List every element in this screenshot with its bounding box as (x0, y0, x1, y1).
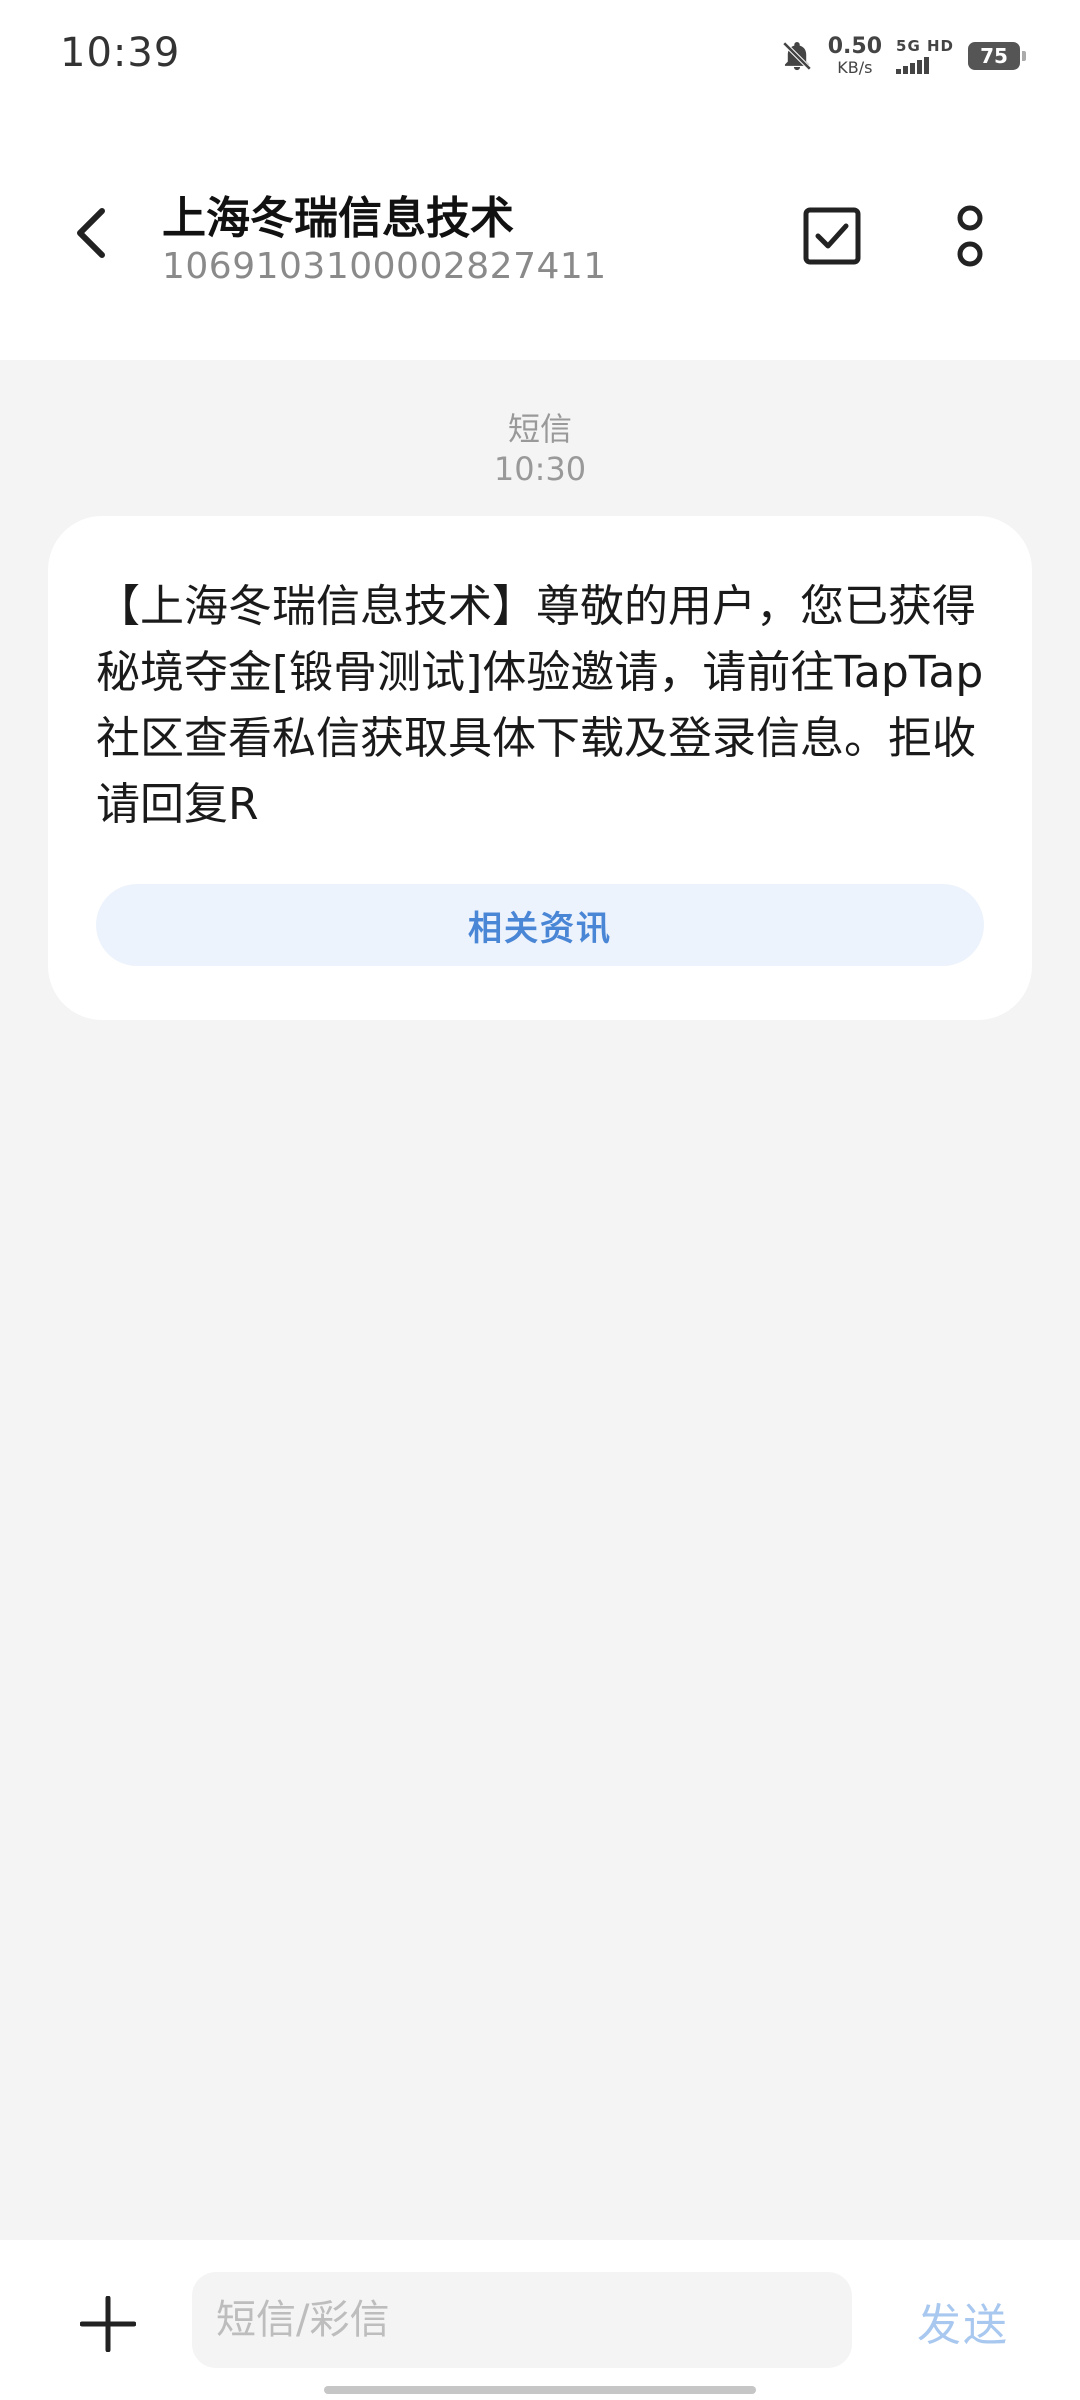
select-messages-button[interactable] (792, 198, 872, 278)
battery-icon: 75 (968, 42, 1026, 70)
message-timestamp: 10:30 (493, 450, 587, 488)
compose-bar: 发送 (0, 2240, 1080, 2400)
status-bar: 10:39 0.50 KB/s 5G HD 75 (0, 0, 1080, 120)
sender-name: 上海冬瑞信息技术 (162, 193, 514, 244)
network-speed: 0.50 KB/s (828, 36, 882, 76)
signal-indicator: 5G HD (896, 36, 954, 74)
messaging-screen: 10:39 0.50 KB/s 5G HD 75 上海冬瑞信息技术 106910… (0, 0, 1080, 2400)
signal-bars-icon (896, 56, 930, 74)
message-bubble[interactable]: 【上海冬瑞信息技术】尊敬的用户，您已获得秘境夺金[锻骨测试]体验邀请，请前往Ta… (48, 516, 1032, 1020)
related-info-button[interactable]: 相关资讯 (96, 884, 984, 966)
battery-level: 75 (980, 44, 1008, 68)
back-button[interactable] (50, 195, 130, 275)
message-text: 【上海冬瑞信息技术】尊敬的用户，您已获得秘境夺金[锻骨测试]体验邀请，请前往Ta… (96, 581, 984, 830)
status-indicators: 0.50 KB/s 5G HD 75 (780, 34, 1026, 78)
conversation-header: 上海冬瑞信息技术 1069103100002827411 (0, 120, 1080, 360)
home-indicator[interactable] (324, 2386, 756, 2394)
message-type-label: 短信 (507, 410, 572, 448)
net-speed-value: 0.50 (827, 34, 883, 59)
status-time: 10:39 (60, 30, 181, 76)
plus-icon (79, 2295, 137, 2356)
more-options-button[interactable] (930, 198, 1010, 278)
send-button[interactable]: 发送 (898, 2286, 1028, 2356)
chevron-left-icon (70, 205, 110, 265)
more-vertical-icon (954, 205, 986, 271)
checkbox-icon (803, 207, 861, 269)
message-input[interactable] (192, 2272, 852, 2368)
net-speed-unit: KB/s (837, 58, 873, 77)
network-label: 5G HD (896, 36, 954, 55)
sender-number: 1069103100002827411 (162, 246, 607, 287)
add-attachment-button[interactable] (68, 2286, 148, 2366)
bell-off-icon (780, 39, 814, 73)
